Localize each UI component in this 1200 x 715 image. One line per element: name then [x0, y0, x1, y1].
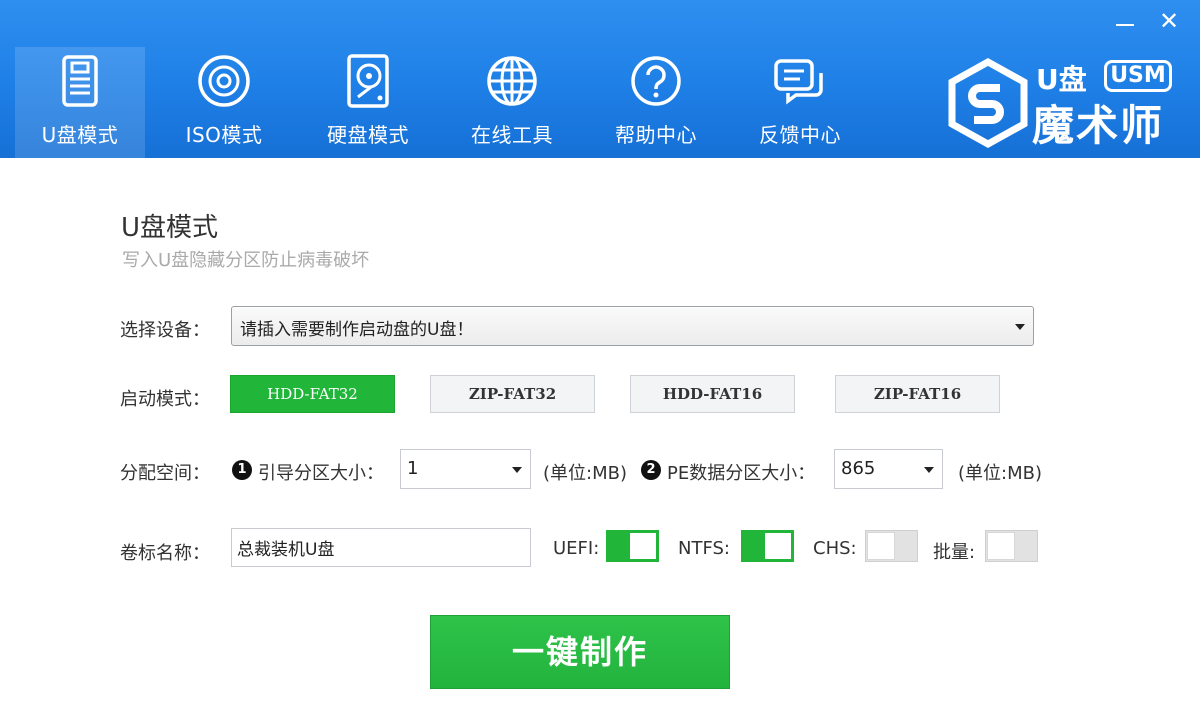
volume-name-input[interactable] — [231, 528, 531, 567]
help-icon — [631, 56, 681, 106]
feedback-icon — [774, 59, 823, 105]
one-click-make-button[interactable]: 一键制作 — [430, 615, 730, 689]
uefi-toggle[interactable] — [606, 530, 659, 562]
boot-mode-hdd-fat32-button[interactable]: HDD-FAT32 — [230, 375, 395, 413]
nav-label: U盘模式 — [41, 123, 119, 147]
uefi-label: UEFI: — [553, 538, 600, 559]
device-select[interactable]: 请插入需要制作启动盘的U盘！ — [231, 306, 1034, 346]
device-select-value: 请插入需要制作启动盘的U盘！ — [240, 320, 474, 340]
logo-text-big: 魔术师 — [1032, 101, 1165, 150]
usm-logo-icon — [948, 58, 1028, 148]
close-button[interactable]: ✕ — [1152, 6, 1186, 36]
ntfs-toggle[interactable] — [741, 530, 794, 562]
page-title: U盘模式 — [121, 213, 219, 243]
nav-item-help-center[interactable]: 帮助中心 — [591, 47, 721, 158]
minimize-button[interactable] — [1108, 6, 1142, 36]
pe-partition-size-value: 865 — [841, 458, 876, 479]
nav-item-iso-mode[interactable]: ISO模式 — [159, 47, 289, 158]
page-subtitle: 写入U盘隐藏分区防止病毒破坏 — [122, 250, 370, 271]
toggle-knob — [867, 532, 895, 560]
globe-icon — [487, 56, 537, 106]
boot-partition-size-select[interactable]: 1 — [400, 449, 531, 489]
ntfs-label: NTFS: — [678, 538, 730, 559]
batch-toggle[interactable] — [985, 530, 1038, 562]
usb-drive-icon — [62, 55, 98, 107]
chevron-down-icon — [924, 467, 934, 473]
nav-label: 反馈中心 — [759, 123, 841, 147]
boot-partition-unit: (单位:MB) — [543, 463, 627, 484]
nav-label: ISO模式 — [185, 123, 263, 147]
boot-mode-zip-fat16-button[interactable]: ZIP-FAT16 — [835, 375, 1000, 413]
pe-partition-label: PE数据分区大小： — [667, 463, 816, 484]
title-bar: ✕ U盘模式 ISO模式 硬盘模式 在线工具 帮助中心 反馈中心 U盘 USM … — [0, 0, 1200, 158]
pe-partition-size-select[interactable]: 865 — [834, 449, 943, 489]
logo-badge: USM — [1104, 60, 1172, 92]
toggle-knob — [987, 532, 1015, 560]
nav-label: 硬盘模式 — [327, 123, 409, 147]
device-label: 选择设备： — [120, 320, 210, 341]
nav-item-usb-mode[interactable]: U盘模式 — [15, 47, 145, 158]
nav-label: 帮助中心 — [615, 123, 697, 147]
step-2-badge: 2 — [641, 460, 661, 480]
toggle-knob — [630, 533, 656, 559]
step-1-badge: 1 — [232, 460, 252, 480]
toggle-knob — [765, 533, 791, 559]
partition-label: 分配空间： — [120, 463, 210, 484]
boot-mode-label: 启动模式： — [120, 389, 210, 410]
chevron-down-icon — [512, 467, 522, 473]
boot-partition-size-value: 1 — [407, 458, 419, 479]
nav-item-hdd-mode[interactable]: 硬盘模式 — [303, 47, 433, 158]
hard-disk-icon — [347, 54, 389, 108]
disc-icon — [198, 55, 250, 107]
volume-label: 卷标名称： — [120, 543, 210, 564]
boot-partition-label: 引导分区大小： — [258, 463, 384, 484]
nav-item-feedback-center[interactable]: 反馈中心 — [735, 47, 865, 158]
chevron-down-icon — [1015, 324, 1025, 330]
brand-logo: U盘 USM 魔术师 — [944, 52, 1184, 152]
nav-label: 在线工具 — [471, 123, 553, 147]
chs-label: CHS: — [813, 538, 857, 559]
pe-partition-unit: (单位:MB) — [958, 463, 1042, 484]
boot-mode-hdd-fat16-button[interactable]: HDD-FAT16 — [630, 375, 795, 413]
chs-toggle[interactable] — [865, 530, 918, 562]
boot-mode-zip-fat32-button[interactable]: ZIP-FAT32 — [430, 375, 595, 413]
nav-item-online-tools[interactable]: 在线工具 — [447, 47, 577, 158]
batch-label: 批量: — [933, 542, 976, 563]
